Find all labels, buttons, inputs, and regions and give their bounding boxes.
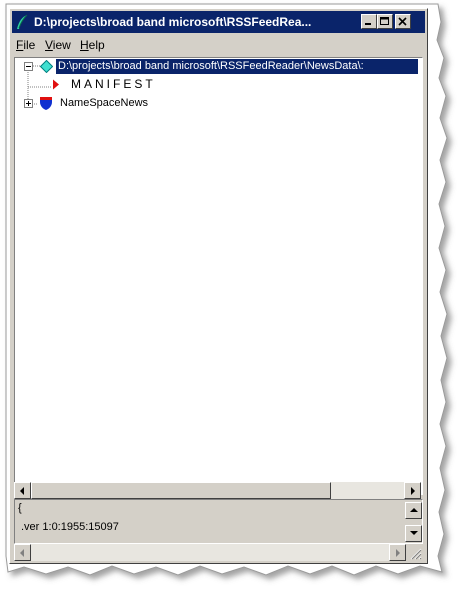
- expand-icon[interactable]: [24, 99, 33, 108]
- shield-icon: [40, 97, 52, 110]
- maximize-button[interactable]: [377, 14, 393, 29]
- detail-scroll-right-button[interactable]: [389, 544, 406, 561]
- menu-bar: File View Help: [12, 35, 425, 55]
- window-title: D:\projects\broad band microsoft\RSSFeed…: [34, 15, 312, 29]
- minimize-icon: [365, 23, 371, 25]
- namespacenews-label: NameSpaceNews: [60, 97, 149, 109]
- diamond-icon: [40, 60, 53, 73]
- arrow-right-icon: [396, 549, 400, 557]
- tree-root-row[interactable]: D:\projects\broad band microsoft\RSSFeed…: [15, 59, 420, 75]
- close-button[interactable]: [395, 14, 411, 29]
- scroll-thumb[interactable]: [31, 482, 331, 499]
- tree-item-manifest[interactable]: MANIFEST: [15, 77, 215, 93]
- arrow-left-icon: [20, 487, 24, 495]
- tree-view[interactable]: D:\projects\broad band microsoft\RSSFeed…: [14, 57, 423, 495]
- red-arrow-icon: [53, 79, 59, 90]
- app-window: D:\projects\broad band microsoft\RSSFeed…: [9, 8, 428, 564]
- detail-horizontal-scrollbar[interactable]: [14, 544, 406, 561]
- scroll-right-button[interactable]: [404, 482, 421, 499]
- tree-horizontal-scrollbar[interactable]: [14, 482, 421, 499]
- manifest-label: MANIFEST: [71, 77, 156, 91]
- maximize-icon: [380, 17, 389, 25]
- arrow-left-icon: [20, 549, 24, 557]
- arrow-up-icon: [410, 508, 418, 512]
- menu-file[interactable]: File: [16, 38, 35, 52]
- title-bar[interactable]: D:\projects\broad band microsoft\RSSFeed…: [12, 11, 425, 33]
- tree-item-namespacenews[interactable]: NameSpaceNews: [15, 96, 215, 112]
- collapse-icon[interactable]: [24, 62, 33, 71]
- menu-view[interactable]: View: [45, 38, 71, 52]
- detail-scroll-left-button[interactable]: [14, 544, 31, 561]
- scroll-left-button[interactable]: [14, 482, 31, 499]
- scroll-up-button[interactable]: [405, 502, 422, 519]
- arrow-down-icon: [410, 531, 418, 535]
- detail-line-1: {: [18, 502, 22, 514]
- tree-root-label: D:\projects\broad band microsoft\RSSFeed…: [56, 59, 418, 74]
- scroll-down-button[interactable]: [405, 525, 422, 542]
- detail-pane[interactable]: { .ver 1:0:1955:15097: [14, 499, 423, 544]
- feather-icon: [17, 14, 28, 29]
- menu-help[interactable]: Help: [80, 38, 105, 52]
- resize-grip-icon[interactable]: [408, 546, 422, 560]
- minimize-button[interactable]: [361, 14, 377, 29]
- detail-line-2: .ver 1:0:1955:15097: [21, 521, 119, 533]
- arrow-right-icon: [411, 487, 415, 495]
- close-icon: [398, 17, 407, 26]
